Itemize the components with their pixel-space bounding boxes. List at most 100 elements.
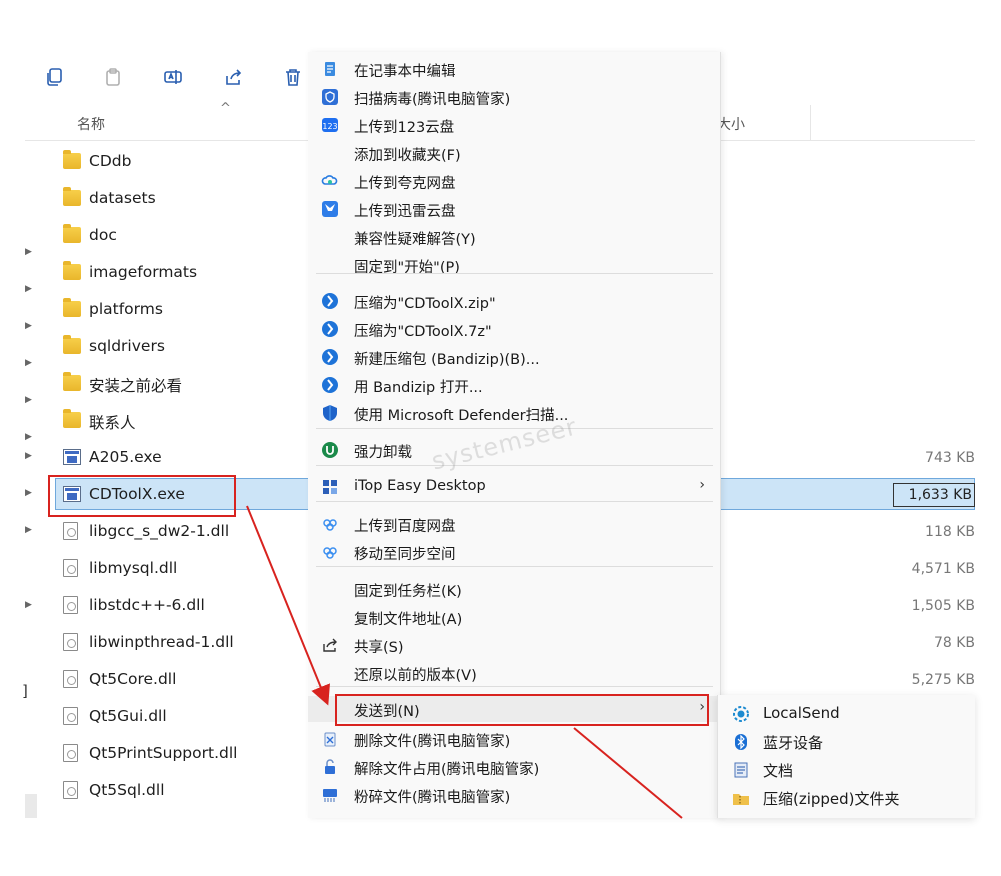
dll-file-icon: [63, 596, 78, 614]
menu-item-19[interactable]: 共享(S): [308, 632, 720, 658]
send-to-item-label: 压缩(zipped)文件夹: [763, 790, 900, 808]
bandizip-icon: [321, 292, 339, 310]
tree-expand-icon[interactable]: ▶: [25, 321, 32, 331]
menu-item-20[interactable]: 还原以前的版本(V): [308, 660, 720, 686]
folder-icon: [63, 372, 81, 391]
menu-item-10[interactable]: 新建压缩包 (Bandizip)(B)...: [308, 344, 720, 370]
itop-icon: [321, 478, 339, 496]
tree-expand-icon[interactable]: ▶: [25, 600, 32, 610]
column-size-header[interactable]: 大小: [717, 114, 745, 134]
dll-file-icon: [63, 670, 78, 688]
folder-icon: [63, 409, 81, 428]
menu-item-14[interactable]: iTop Easy Desktop ›: [308, 474, 720, 500]
menu-item-5[interactable]: 上传到迅雷云盘: [308, 196, 720, 222]
menu-item-label: 上传到百度网盘: [354, 519, 456, 535]
column-separator[interactable]: [810, 105, 811, 141]
iobit-uninstall-icon: [321, 441, 339, 459]
file-name: libgcc_s_dw2-1.dll: [89, 522, 230, 540]
menu-item-label: 共享(S): [354, 640, 404, 656]
menu-item-label: 扫描病毒(腾讯电脑管家): [354, 92, 511, 108]
screenshot-stage: 名称 ^ 大小 ▶ ▶ ▶ ▶ ▶ ▶ ▶ ▶ ▶ ▶ CDdb datasets…: [0, 0, 1001, 876]
menu-item-23[interactable]: 解除文件占用(腾讯电脑管家): [308, 754, 720, 780]
folder-icon: [63, 224, 81, 243]
menu-item-15[interactable]: 上传到百度网盘: [308, 511, 720, 537]
menu-item-4[interactable]: 上传到夸克网盘: [308, 168, 720, 194]
file-name: sqldrivers: [89, 337, 165, 355]
folder-icon: [63, 261, 81, 280]
menu-item-12[interactable]: 使用 Microsoft Defender扫描...: [308, 400, 720, 426]
menu-item-17[interactable]: 固定到任务栏(K): [308, 576, 720, 602]
menu-item-24[interactable]: 粉碎文件(腾讯电脑管家): [308, 782, 720, 808]
menu-item-label: 固定到任务栏(K): [354, 584, 462, 600]
tree-expand-icon[interactable]: ▶: [25, 395, 32, 405]
file-size: 743 KB: [925, 450, 975, 466]
menu-item-18[interactable]: 复制文件地址(A): [308, 604, 720, 630]
svg-text:123: 123: [322, 122, 337, 131]
tree-expand-icon[interactable]: ▶: [25, 432, 32, 442]
menu-item-0[interactable]: 在记事本中编辑: [308, 56, 720, 82]
send-to-item-3[interactable]: 压缩(zipped)文件夹: [718, 784, 976, 812]
send-to-item-0[interactable]: LocalSend: [718, 700, 976, 728]
send-to-item-label: 文档: [763, 762, 794, 780]
file-name: libwinpthread-1.dll: [89, 633, 234, 651]
chevron-right-icon: ›: [699, 477, 705, 493]
file-name: Qt5PrintSupport.dll: [89, 744, 238, 762]
menu-item-label: iTop Easy Desktop: [354, 478, 486, 494]
share-icon[interactable]: [219, 63, 247, 91]
menu-item-6[interactable]: 兼容性疑难解答(Y): [308, 224, 720, 250]
baidu-cloud-icon: [321, 515, 339, 533]
cloud123-icon: 123: [321, 116, 339, 134]
menu-item-3[interactable]: 添加到收藏夹(F): [308, 140, 720, 166]
file-name: Qt5Core.dll: [89, 670, 177, 688]
zip-folder-icon: [732, 789, 750, 807]
rename-icon[interactable]: [159, 63, 187, 91]
tree-expand-icon[interactable]: ▶: [25, 488, 32, 498]
menu-item-label: 上传到夸克网盘: [354, 176, 456, 192]
file-name: imageformats: [89, 263, 198, 281]
menu-item-label: 移动至同步空间: [354, 547, 456, 563]
file-name: libmysql.dll: [89, 559, 178, 577]
file-size: 118 KB: [925, 524, 975, 540]
send-to-submenu: LocalSend 蓝牙设备文档压缩(zipped)文件夹: [717, 695, 975, 818]
column-name-header[interactable]: 名称: [77, 114, 105, 134]
file-name: libstdc++-6.dll: [89, 596, 205, 614]
menu-item-9[interactable]: 压缩为"CDToolX.7z": [308, 316, 720, 342]
dll-file-icon: [63, 559, 78, 577]
menu-item-label: 添加到收藏夹(F): [354, 148, 461, 164]
menu-item-7[interactable]: 固定到"开始"(P): [308, 252, 720, 278]
send-to-item-2[interactable]: 文档: [718, 756, 976, 784]
menu-item-11[interactable]: 用 Bandizip 打开...: [308, 372, 720, 398]
tencent-shred-icon: [321, 786, 339, 804]
send-to-item-1[interactable]: 蓝牙设备: [718, 728, 976, 756]
menu-item-2[interactable]: 123 上传到123云盘: [308, 112, 720, 138]
tree-expand-icon[interactable]: ▶: [25, 247, 32, 257]
menu-item-22[interactable]: 删除文件(腾讯电脑管家): [308, 726, 720, 752]
tree-expand-icon[interactable]: ▶: [25, 358, 32, 368]
menu-item-16[interactable]: 移动至同步空间: [308, 539, 720, 565]
menu-item-1[interactable]: 扫描病毒(腾讯电脑管家): [308, 84, 720, 110]
menu-item-label: 粉碎文件(腾讯电脑管家): [354, 790, 511, 806]
menu-separator: [316, 566, 713, 567]
paste-icon[interactable]: [99, 63, 127, 91]
tree-expand-icon[interactable]: ▶: [25, 284, 32, 294]
menu-separator: [316, 465, 713, 466]
menu-item-8[interactable]: 压缩为"CDToolX.zip": [308, 288, 720, 314]
bluetooth-icon: [732, 733, 750, 751]
menu-item-label: 新建压缩包 (Bandizip)(B)...: [354, 352, 540, 368]
folder-icon: [63, 150, 81, 169]
dll-file-icon: [63, 633, 78, 651]
notepad-icon: [321, 60, 339, 78]
bandizip-icon: [321, 348, 339, 366]
menu-item-label: 复制文件地址(A): [354, 612, 463, 628]
documents-icon: [732, 761, 750, 779]
copy-icon[interactable]: [41, 63, 69, 91]
tree-expand-icon[interactable]: ▶: [25, 451, 32, 461]
menu-item-label: 删除文件(腾讯电脑管家): [354, 734, 511, 750]
exe-file-icon: [63, 449, 81, 465]
delete-icon[interactable]: [279, 63, 307, 91]
file-name: 安装之前必看: [89, 377, 183, 395]
file-size: 78 KB: [933, 635, 975, 651]
tree-expand-icon[interactable]: ▶: [25, 525, 32, 535]
menu-separator: [316, 273, 713, 274]
tencent-shield-icon: [321, 88, 339, 106]
